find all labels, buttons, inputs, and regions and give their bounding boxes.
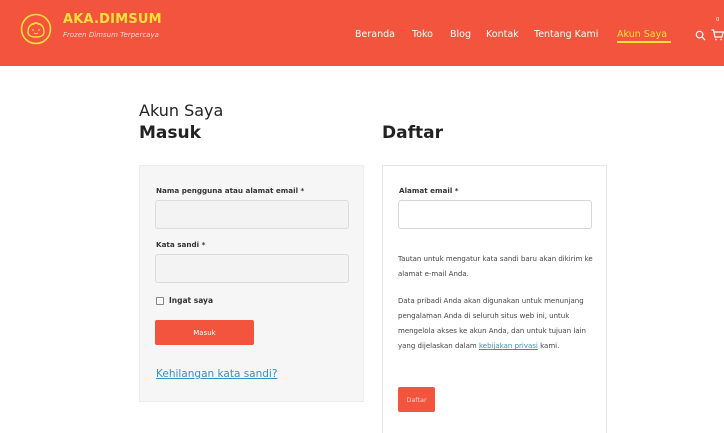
register-button[interactable]: Daftar [398,387,435,412]
privacy-suffix: kami. [537,342,560,350]
remember-label[interactable]: Ingat saya [169,296,213,305]
password-link-notice: Tautan untuk mengatur kata sandi baru ak… [398,255,593,278]
username-input[interactable] [155,200,349,229]
register-heading: Daftar [382,123,443,143]
nav-toko[interactable]: Toko [412,29,433,40]
username-label: Nama pengguna atau alamat email * [156,186,305,195]
brand-tagline: Frozen Dimsum Terpercaya [63,31,159,39]
password-input[interactable] [155,254,349,283]
privacy-notice: Data pribadi Anda akan digunakan untuk m… [398,294,598,354]
site-header: AKA.DIMSUM Frozen Dimsum Terpercaya Bera… [0,0,724,66]
logo-icon[interactable] [20,13,52,45]
email-label: Alamat email * [399,186,459,195]
register-form: Alamat email * Tautan untuk mengatur kat… [382,165,607,433]
email-input[interactable] [398,200,592,229]
cart-icon[interactable] [711,29,724,41]
nav-beranda[interactable]: Beranda [355,29,395,40]
login-heading: Masuk [139,123,201,143]
page-title: Akun Saya [139,101,224,120]
cart-count: 0 [716,17,720,23]
search-icon[interactable] [695,30,706,41]
nav-akun-saya[interactable]: Akun Saya [617,29,667,40]
nav-kontak[interactable]: Kontak [486,29,519,40]
lost-password-link[interactable]: Kehilangan kata sandi? [156,368,277,380]
remember-checkbox[interactable] [156,297,164,305]
login-button[interactable]: Masuk [155,320,254,345]
privacy-policy-link[interactable]: kebijakan privasi [479,342,538,350]
nav-blog[interactable]: Blog [450,29,471,40]
password-label: Kata sandi * [156,240,206,249]
brand-name[interactable]: AKA.DIMSUM [63,12,162,27]
active-nav-underline [617,41,671,43]
login-form: Nama pengguna atau alamat email * Kata s… [139,165,364,402]
nav-tentang-kami[interactable]: Tentang Kami [534,29,598,40]
